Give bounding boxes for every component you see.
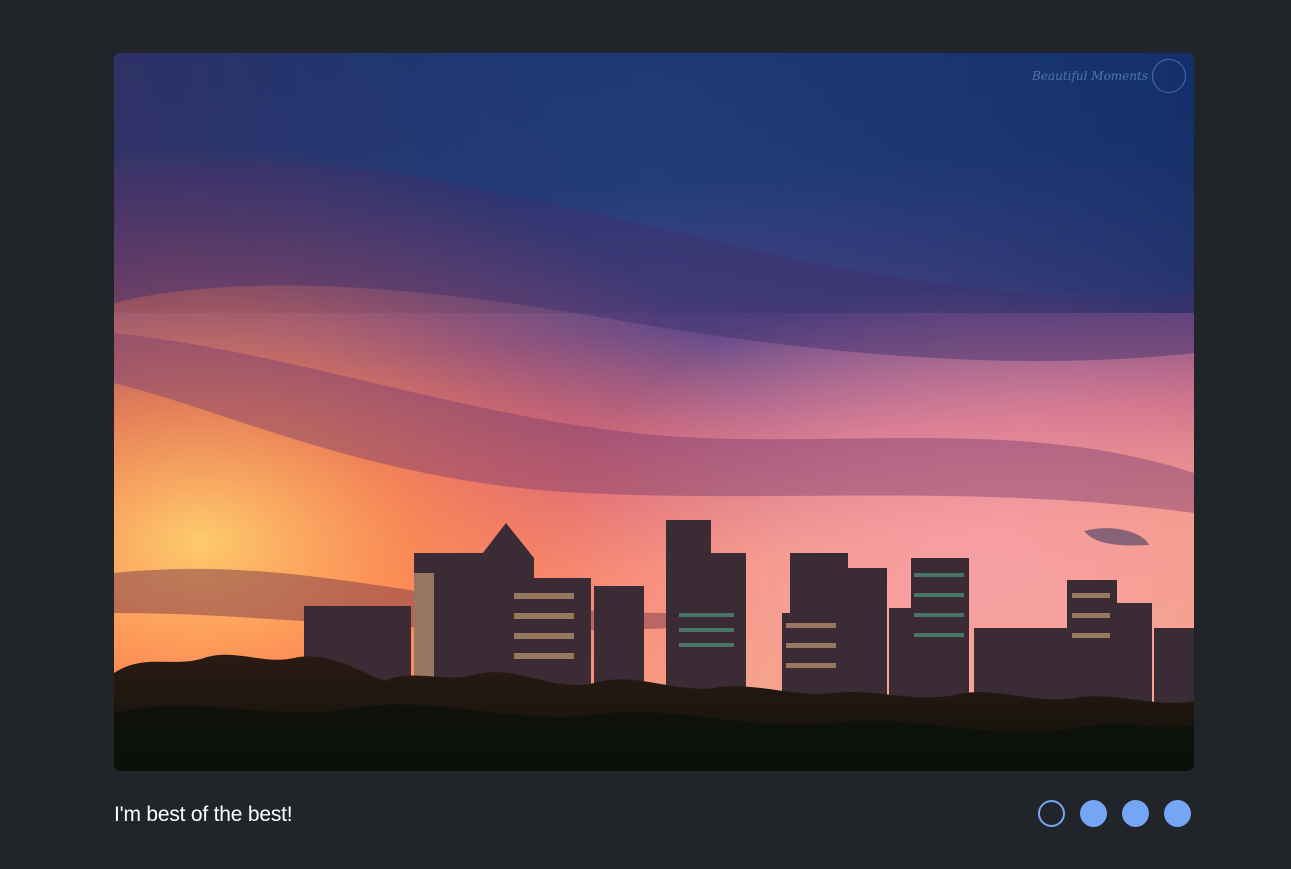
indicator-dot-1[interactable] [1038,800,1065,827]
carousel-indicators [1038,800,1191,827]
city-sunset-photo [114,53,1194,771]
indicator-dot-3[interactable] [1122,800,1149,827]
watermark-text: Beautiful Moments [1032,69,1148,83]
slide-caption: I'm best of the best! [114,803,293,826]
watermark-logo-icon [1152,59,1186,93]
indicator-dot-2[interactable] [1080,800,1107,827]
carousel-slide-image: Beautiful Moments [114,53,1194,771]
indicator-dot-4[interactable] [1164,800,1191,827]
photographer-watermark: Beautiful Moments [1032,59,1186,93]
